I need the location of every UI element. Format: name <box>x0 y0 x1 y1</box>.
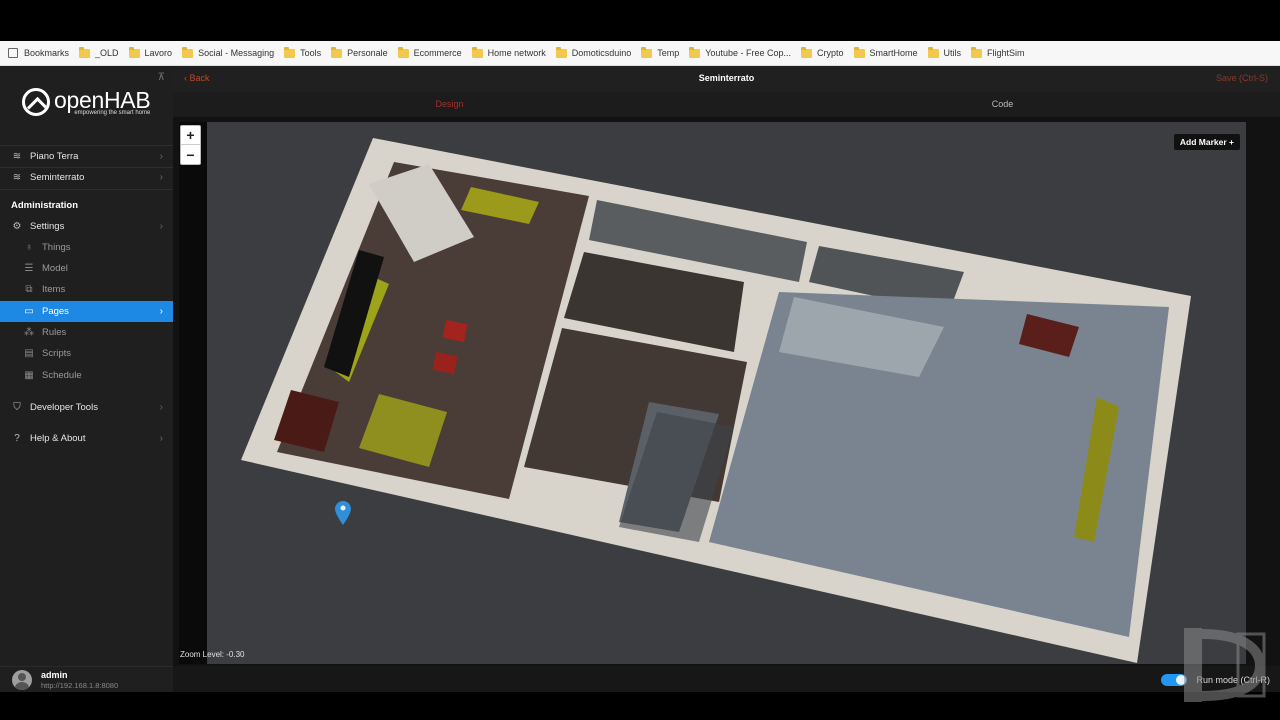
zoom-in-button[interactable]: + <box>181 126 200 145</box>
bookmark-folder-crypto[interactable]: Crypto <box>800 46 844 58</box>
main-content: ‹ Back Seminterrato Save (Ctrl-S) Design… <box>173 66 1280 692</box>
shield-icon: ⛉ <box>13 402 21 413</box>
bookmark-folder-lavoro[interactable]: Lavoro <box>128 46 172 58</box>
section-title-administration: Administration <box>11 200 79 211</box>
folder-icon <box>853 46 865 58</box>
floorplan-map[interactable]: + − Add Marker + Zoom Level: -0.30 <box>179 122 1246 664</box>
bookmark-folder-youtube[interactable]: Youtube - Free Cop... <box>689 46 791 58</box>
bookmark-folder-tools[interactable]: Tools <box>284 46 321 58</box>
sidebar-item-pages[interactable]: ▭ Pages › <box>0 301 173 322</box>
bookmark-folder-old[interactable]: _OLD <box>79 46 119 58</box>
document-icon: ▤ <box>24 348 34 359</box>
bookmark-folder-temp[interactable]: Temp <box>641 46 679 58</box>
user-profile[interactable]: admin http://192.168.1.8:8080 <box>0 666 173 692</box>
tab-bar: Design Code <box>173 92 1280 117</box>
divider <box>0 189 173 190</box>
folder-icon <box>971 46 983 58</box>
tab-code[interactable]: Code <box>726 99 1279 109</box>
sidebar-item-seminterrato[interactable]: ≋ Seminterrato › <box>0 167 173 188</box>
map-marker-icon[interactable] <box>334 500 352 526</box>
user-name: admin <box>41 669 68 680</box>
sidebar-item-rules[interactable]: ⁂ Rules <box>0 322 173 343</box>
chevron-right-icon: › <box>159 306 163 317</box>
bookmark-item-bookmarks[interactable]: Bookmarks <box>8 48 69 58</box>
chevron-right-icon: › <box>159 402 163 413</box>
bookmarks-bar: Bookmarks _OLD Lavoro Social - Messaging… <box>0 41 1280 66</box>
openhab-logo[interactable]: openHAB empowering the smart home <box>22 86 151 116</box>
folder-icon <box>471 46 483 58</box>
server-url: http://192.168.1.8:8080 <box>41 680 119 690</box>
chevron-right-icon: › <box>159 221 163 232</box>
zoom-control: + − <box>180 125 201 165</box>
bookmark-folder-social[interactable]: Social - Messaging <box>182 46 274 58</box>
help-icon: ? <box>14 433 20 444</box>
sidebar-item-things[interactable]: ♁ Things <box>0 237 173 258</box>
sidebar-item-schedule[interactable]: ▦ Schedule <box>0 365 173 386</box>
chevron-right-icon: › <box>159 172 163 183</box>
run-mode-bar: Run mode (Ctrl-R) <box>173 666 1280 692</box>
layers-icon: ≋ <box>12 172 22 183</box>
folder-icon <box>182 46 194 58</box>
screen: Bookmarks _OLD Lavoro Social - Messaging… <box>0 0 1280 720</box>
sidebar-item-help-about[interactable]: ? Help & About › <box>0 428 173 449</box>
sidebar: ⊼ openHAB empowering the smart home ≋ Pi… <box>0 66 173 692</box>
navbar: ‹ Back Seminterrato Save (Ctrl-S) <box>173 66 1280 92</box>
page-title: Seminterrato <box>698 73 755 83</box>
list-icon: ☰ <box>24 263 34 274</box>
openhab-logo-icon <box>22 88 50 116</box>
calendar-icon: ▦ <box>24 370 34 381</box>
folder-icon <box>555 46 567 58</box>
folder-icon <box>79 46 91 58</box>
folder-icon <box>331 46 343 58</box>
folder-icon <box>800 46 812 58</box>
wand-icon: ⁂ <box>24 327 34 338</box>
zoom-out-button[interactable]: − <box>181 145 200 164</box>
logo-title: openHAB <box>54 86 151 113</box>
folder-icon <box>641 46 653 58</box>
chevron-right-icon: › <box>159 433 163 444</box>
sidebar-item-scripts[interactable]: ▤ Scripts <box>0 343 173 364</box>
bookmark-folder-flightsim[interactable]: FlightSim <box>971 46 1025 58</box>
folder-icon <box>397 46 409 58</box>
tab-design[interactable]: Design <box>173 99 726 109</box>
layers-icon: ≋ <box>12 151 22 162</box>
add-marker-button[interactable]: Add Marker + <box>1173 134 1240 150</box>
folder-icon <box>689 46 701 58</box>
bookmark-folder-ecommerce[interactable]: Ecommerce <box>397 46 462 58</box>
lightbulb-icon: ♁ <box>25 242 33 253</box>
folder-icon <box>927 46 939 58</box>
avatar <box>12 669 32 690</box>
channel-watermark-icon <box>1184 628 1266 702</box>
zoom-level-readout: Zoom Level: -0.30 <box>180 650 245 659</box>
folder-icon <box>284 46 296 58</box>
floorplan-image <box>241 138 1191 663</box>
save-button[interactable]: Save (Ctrl-S) <box>1216 73 1268 83</box>
bookmark-folder-home-network[interactable]: Home network <box>471 46 546 58</box>
monitor-icon: ▭ <box>24 306 34 317</box>
bookmark-folder-utils[interactable]: Utils <box>927 46 961 58</box>
squares-icon: ⧉ <box>25 284 33 295</box>
sidebar-item-items[interactable]: ⧉ Items <box>0 279 173 300</box>
sidebar-item-model[interactable]: ☰ Model <box>0 258 173 279</box>
sidebar-item-piano-terra[interactable]: ≋ Piano Terra › <box>0 146 173 167</box>
bookmark-folder-smarthome[interactable]: SmartHome <box>853 46 918 58</box>
bookmark-folder-personale[interactable]: Personale <box>331 46 388 58</box>
sidebar-item-developer-tools[interactable]: ⛉ Developer Tools › <box>0 397 173 418</box>
pin-icon[interactable]: ⊼ <box>158 72 165 83</box>
chevron-right-icon: › <box>159 151 163 162</box>
folder-icon <box>128 46 140 58</box>
gear-icon: ⚙ <box>12 221 22 232</box>
bookmarks-icon <box>8 48 18 58</box>
bookmark-folder-domoticsduino[interactable]: Domoticsduino <box>555 46 631 58</box>
sidebar-item-settings[interactable]: ⚙ Settings › <box>0 216 173 237</box>
